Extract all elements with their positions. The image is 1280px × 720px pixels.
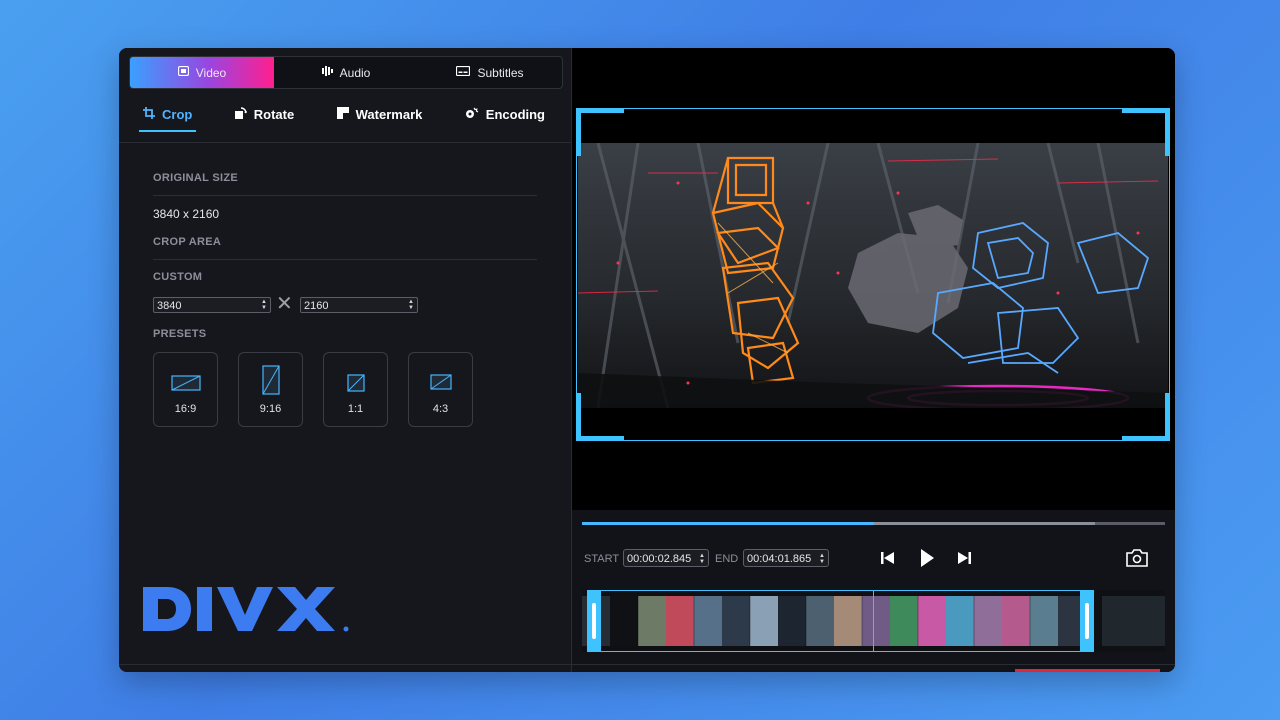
spinner-arrows-icon[interactable]: ▲ ▼ (819, 553, 825, 565)
start-time-value: 00:00:02.845 (627, 553, 692, 565)
play-button[interactable] (917, 548, 937, 568)
preset-4-3[interactable]: 4:3 (408, 352, 473, 427)
skip-back-button[interactable] (878, 548, 898, 568)
bottom-divider (119, 664, 1175, 665)
tab-subtitles-label: Subtitles (477, 65, 524, 80)
start-time-input[interactable]: 00:00:02.845 ▲ ▼ (623, 549, 709, 567)
spinner-arrows-icon[interactable]: ▲ ▼ (408, 299, 414, 311)
crop-area-label: CROP AREA (153, 236, 222, 248)
playhead[interactable] (873, 590, 874, 652)
crop-width-input[interactable]: 3840 ▲ ▼ (153, 297, 271, 313)
original-size-label: ORIGINAL SIZE (153, 172, 238, 184)
end-time-input[interactable]: 00:04:01.865 ▲ ▼ (743, 549, 829, 567)
tab-rotate[interactable]: Rotate (231, 102, 298, 126)
crop-corner-handle[interactable] (576, 108, 581, 156)
crop-height-input[interactable]: 2160 ▲ ▼ (300, 297, 418, 313)
times-icon: ✕ (276, 293, 293, 315)
divider (153, 259, 537, 260)
start-label: START (584, 553, 620, 565)
snapshot-button[interactable] (1125, 548, 1149, 568)
tab-audio[interactable]: Audio (274, 57, 418, 88)
tool-tabs-divider (119, 142, 571, 143)
trim-end-handle[interactable] (1080, 590, 1094, 652)
aspect-4-3-icon (430, 374, 452, 390)
trim-selection[interactable] (595, 590, 1091, 652)
crop-height-value: 2160 (304, 300, 329, 312)
video-frame (578, 143, 1168, 408)
crop-width-value: 3840 (157, 300, 182, 312)
spinner-arrows-icon[interactable]: ▲ ▼ (699, 553, 705, 565)
custom-label: CUSTOM (153, 271, 203, 283)
video-icon (177, 65, 189, 79)
crop-corner-handle[interactable] (576, 393, 581, 441)
grip (592, 603, 596, 639)
tab-video[interactable]: Video (130, 57, 274, 88)
divider (153, 195, 537, 196)
skip-forward-button[interactable] (954, 548, 974, 568)
tool-tabs: Crop Rotate Watermark Encoding (139, 102, 549, 136)
aspect-9-16-icon (262, 365, 280, 395)
grip (1085, 603, 1089, 639)
end-time-value: 00:04:01.865 (747, 553, 812, 565)
tab-crop[interactable]: Crop (139, 102, 197, 132)
watermark-icon (336, 106, 349, 122)
rotate-icon (234, 106, 247, 122)
app-window: Video Audio Subtitles Crop Rotate Waterm… (119, 48, 1175, 672)
timeline-filmstrip[interactable] (582, 590, 1165, 652)
audio-bars-icon (321, 66, 333, 79)
spinner-arrows-icon[interactable]: ▲ ▼ (261, 299, 267, 311)
play-icon (921, 549, 934, 567)
preset-label: 16:9 (174, 403, 197, 415)
left-panel: Video Audio Subtitles Crop Rotate Waterm… (119, 48, 572, 672)
video-scene-image (578, 143, 1168, 408)
progress-bar[interactable] (582, 522, 1165, 525)
status-indicator (1015, 669, 1160, 672)
tab-watermark[interactable]: Watermark (333, 102, 427, 126)
camera-icon (1126, 549, 1148, 567)
skip-forward-icon (958, 552, 971, 564)
end-label: END (715, 553, 739, 565)
preset-1-1[interactable]: 1:1 (323, 352, 388, 427)
encoding-icon (465, 107, 479, 122)
tab-crop-label: Crop (162, 106, 193, 122)
tab-subtitles[interactable]: Subtitles (418, 57, 562, 88)
crop-corner-handle[interactable] (576, 436, 624, 441)
aspect-1-1-icon (347, 374, 365, 392)
preset-9-16[interactable]: 9:16 (238, 352, 303, 427)
tab-watermark-label: Watermark (355, 106, 423, 122)
preset-label: 9:16 (259, 403, 282, 415)
progress-fill (582, 522, 874, 525)
preset-label: 4:3 (432, 403, 449, 415)
presets-label: PRESETS (153, 328, 207, 340)
trim-start-handle[interactable] (587, 590, 601, 652)
crop-corner-handle[interactable] (1122, 108, 1170, 113)
crop-corner-handle[interactable] (576, 108, 624, 113)
preset-16-9[interactable]: 16:9 (153, 352, 218, 427)
subtitles-icon (456, 65, 471, 79)
tab-video-label: Video (195, 65, 227, 80)
skip-back-icon (881, 552, 894, 564)
crop-icon (143, 106, 155, 122)
crop-corner-handle[interactable] (1165, 393, 1170, 441)
playback-controls: START 00:00:02.845 ▲ ▼ END 00:04:01.865 ▲… (572, 510, 1175, 672)
mode-tabs: Video Audio Subtitles (129, 56, 563, 89)
divx-logo (143, 587, 349, 632)
crop-corner-handle[interactable] (1165, 108, 1170, 156)
tab-encoding[interactable]: Encoding (461, 102, 549, 126)
original-size-value: 3840 x 2160 (153, 207, 220, 221)
crop-corner-handle[interactable] (1122, 436, 1170, 441)
preview-panel: START 00:00:02.845 ▲ ▼ END 00:04:01.865 ▲… (572, 48, 1175, 672)
aspect-16-9-icon (171, 375, 201, 391)
preset-label: 1:1 (347, 403, 364, 415)
crop-preview[interactable] (576, 108, 1170, 441)
tab-encoding-label: Encoding (485, 106, 545, 122)
tab-audio-label: Audio (339, 65, 371, 80)
tab-rotate-label: Rotate (253, 106, 295, 122)
